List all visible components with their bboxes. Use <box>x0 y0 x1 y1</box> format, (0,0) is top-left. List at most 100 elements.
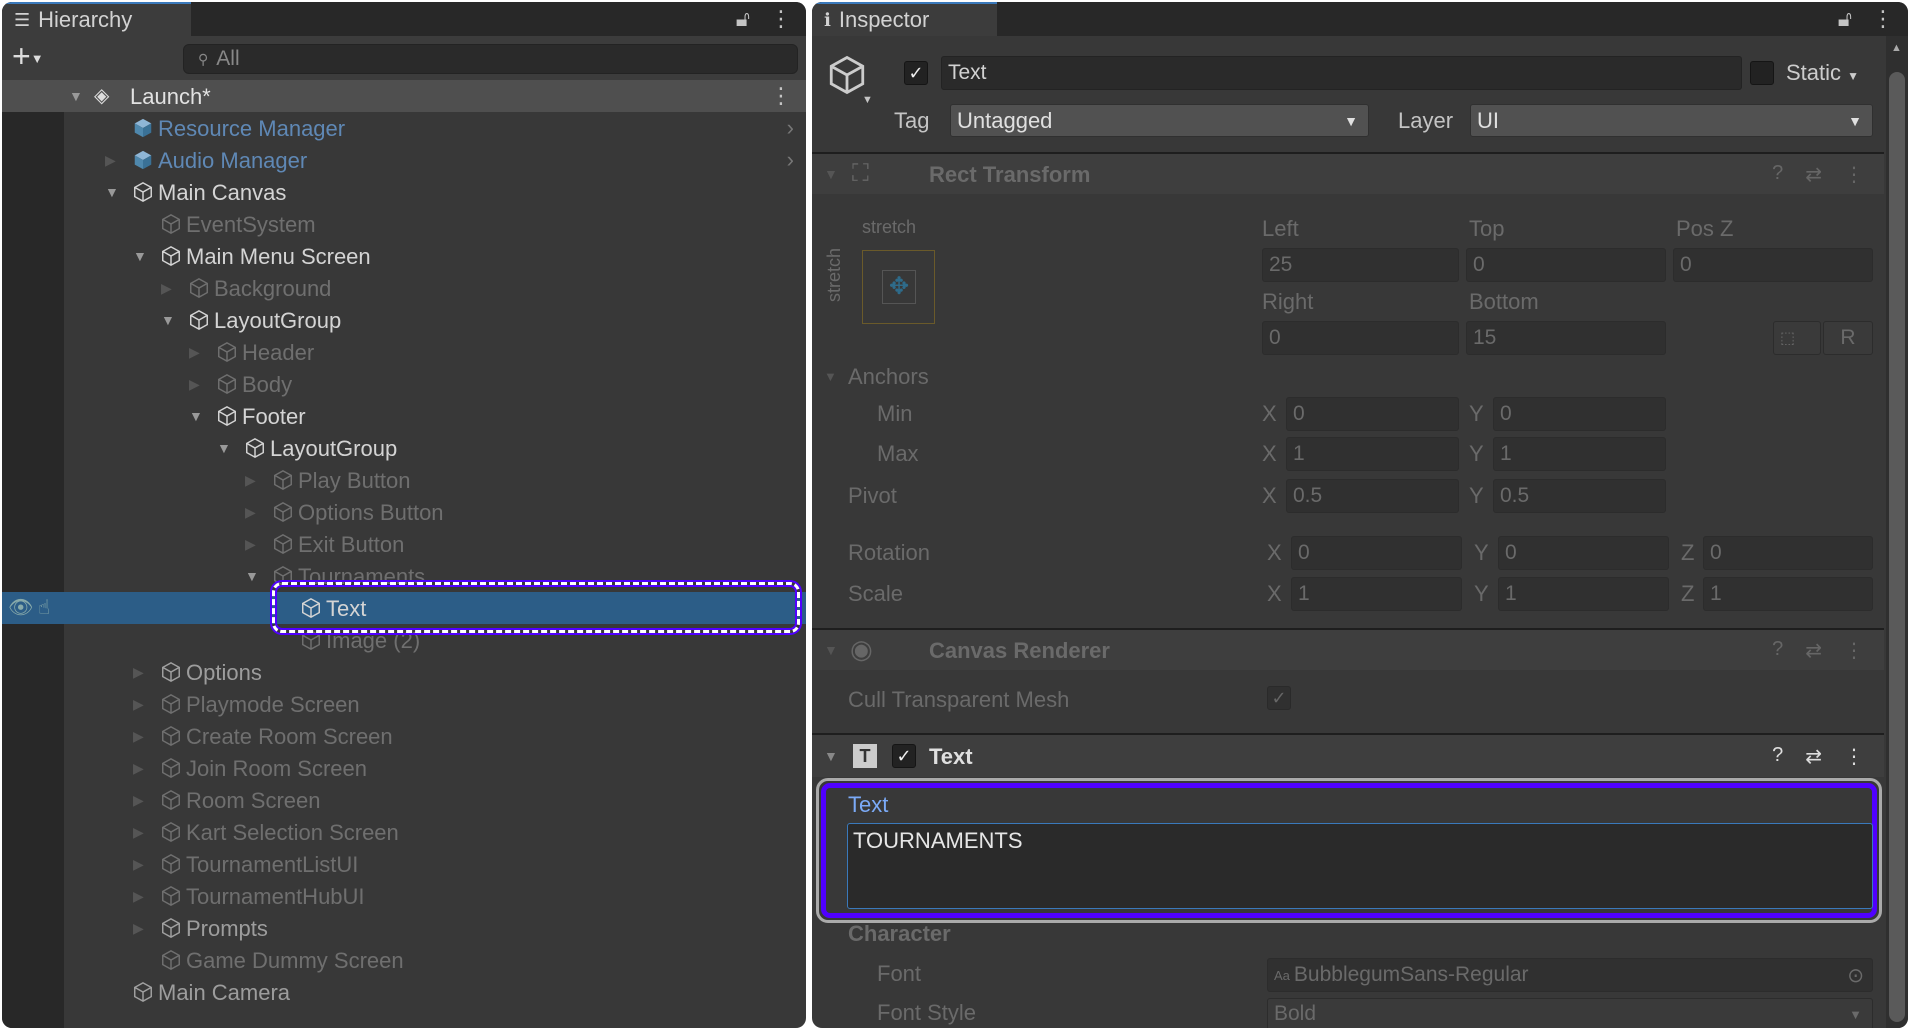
rot-z-field[interactable]: 0 <box>1703 536 1873 570</box>
hierarchy-item[interactable]: ▶ Background <box>2 272 806 304</box>
hierarchy-item[interactable]: ▶ Header <box>2 336 806 368</box>
expand-arrow-icon[interactable]: ▼ <box>69 88 83 104</box>
collapsed-arrow-icon[interactable]: ▶ <box>133 920 144 937</box>
hierarchy-item[interactable]: ▼ LayoutGroup <box>2 304 806 336</box>
presets-icon[interactable]: ⇄ <box>1805 162 1822 187</box>
raw-edit-button[interactable]: R <box>1823 321 1873 355</box>
collapsed-arrow-icon[interactable]: ▶ <box>133 664 144 681</box>
hierarchy-item[interactable]: Game Dummy Screen <box>2 944 806 976</box>
hierarchy-item[interactable]: Resource Manager › <box>2 112 806 144</box>
visibility-eye-icon[interactable]: 👁︎ <box>8 595 33 620</box>
hierarchy-item[interactable]: ▶ Exit Button <box>2 528 806 560</box>
collapsed-arrow-icon[interactable]: ▶ <box>133 824 144 841</box>
static-checkbox[interactable] <box>1750 61 1774 85</box>
hierarchy-item[interactable]: ▶ Play Button <box>2 464 806 496</box>
collapsed-arrow-icon[interactable]: ▶ <box>133 888 144 905</box>
hierarchy-item[interactable]: Main Camera <box>2 976 806 1008</box>
anchor-preset-button[interactable]: ✥ <box>862 250 935 324</box>
collapsed-arrow-icon[interactable]: ▶ <box>189 344 200 361</box>
hierarchy-item[interactable]: ▼ Footer <box>2 400 806 432</box>
font-style-dropdown[interactable]: Bold ▼ <box>1267 998 1873 1028</box>
expanded-arrow-icon[interactable]: ▼ <box>189 408 203 424</box>
blueprint-mode-button[interactable]: ⬚ <box>1773 321 1821 355</box>
icon-dropdown-arrow[interactable]: ▼ <box>862 94 873 106</box>
hierarchy-item[interactable]: ▶ Options <box>2 656 806 688</box>
expanded-arrow-icon[interactable]: ▼ <box>161 312 175 328</box>
text-value-textarea[interactable]: TOURNAMENTS <box>847 823 1873 909</box>
left-field[interactable]: 25 <box>1262 248 1459 282</box>
rot-x-field[interactable]: 0 <box>1291 536 1462 570</box>
scene-row[interactable]: ▼ ◈ Launch* ⋮ <box>2 80 806 112</box>
pivot-y-field[interactable]: 0.5 <box>1493 479 1666 513</box>
hierarchy-item[interactable]: ▼ LayoutGroup <box>2 432 806 464</box>
lock-icon[interactable]: 🔓︎ <box>736 6 750 32</box>
more-icon[interactable]: ⋮ <box>1872 6 1894 32</box>
gameobject-icon[interactable] <box>826 54 868 96</box>
hierarchy-item[interactable]: ▶ TournamentListUI <box>2 848 806 880</box>
text-component-header[interactable]: ▼ T ✓ Text ? ⇄ ⋮ <box>812 735 1884 777</box>
cull-checkbox[interactable]: ✓ <box>1267 686 1291 710</box>
add-button[interactable]: +▼ <box>12 38 44 75</box>
tab-inspector[interactable]: ℹ Inspector <box>812 2 997 36</box>
layer-dropdown[interactable]: UI ▼ <box>1470 104 1873 137</box>
collapsed-arrow-icon[interactable]: ▶ <box>161 280 172 297</box>
hierarchy-item[interactable]: ▶ TournamentHubUI <box>2 880 806 912</box>
hierarchy-item[interactable]: ▶ Playmode Screen <box>2 688 806 720</box>
font-field[interactable]: Aa BubblegumSans-Regular ⊙ <box>1267 958 1873 992</box>
tag-dropdown[interactable]: Untagged ▼ <box>950 104 1369 137</box>
rect-transform-header[interactable]: ▼ ⛶ Rect Transform ? ⇄ ⋮ <box>812 154 1884 194</box>
scale-z-field[interactable]: 1 <box>1703 577 1873 611</box>
max-y-field[interactable]: 1 <box>1493 437 1666 471</box>
collapse-arrow-icon[interactable]: ▼ <box>824 166 838 182</box>
collapse-arrow-icon[interactable]: ▼ <box>824 748 838 764</box>
hierarchy-item[interactable]: ▶ Create Room Screen <box>2 720 806 752</box>
scene-menu-icon[interactable]: ⋮ <box>770 83 792 109</box>
hierarchy-item[interactable]: ▶ Join Room Screen <box>2 752 806 784</box>
help-icon[interactable]: ? <box>1772 638 1783 663</box>
pickable-hand-icon[interactable]: ☝︎ <box>38 595 50 620</box>
expanded-arrow-icon[interactable]: ▼ <box>105 184 119 200</box>
collapsed-arrow-icon[interactable]: ▶ <box>133 792 144 809</box>
collapsed-arrow-icon[interactable]: ▶ <box>105 152 116 169</box>
hierarchy-item[interactable]: ▶ Room Screen <box>2 784 806 816</box>
hierarchy-item[interactable]: ▶ Options Button <box>2 496 806 528</box>
component-menu-icon[interactable]: ⋮ <box>1844 638 1864 663</box>
presets-icon[interactable]: ⇄ <box>1805 744 1822 769</box>
bottom-field[interactable]: 15 <box>1466 321 1666 355</box>
collapsed-arrow-icon[interactable]: ▶ <box>133 856 144 873</box>
chevron-right-icon[interactable]: › <box>787 147 794 173</box>
component-menu-icon[interactable]: ⋮ <box>1844 162 1864 187</box>
active-checkbox[interactable]: ✓ <box>904 61 928 85</box>
object-name-input[interactable]: Text <box>941 56 1742 90</box>
expanded-arrow-icon[interactable]: ▼ <box>133 248 147 264</box>
scroll-up-icon[interactable]: ▲ <box>1891 42 1902 54</box>
right-field[interactable]: 0 <box>1262 321 1459 355</box>
hierarchy-item[interactable]: EventSystem <box>2 208 806 240</box>
hierarchy-item[interactable]: ▶ Body <box>2 368 806 400</box>
presets-icon[interactable]: ⇄ <box>1805 638 1822 663</box>
scrollbar-thumb[interactable] <box>1889 72 1905 1022</box>
scrollbar[interactable]: ▲ <box>1886 36 1908 1028</box>
rot-y-field[interactable]: 0 <box>1498 536 1669 570</box>
posz-field[interactable]: 0 <box>1673 248 1873 282</box>
object-picker-icon[interactable]: ⊙ <box>1847 963 1864 988</box>
collapsed-arrow-icon[interactable]: ▶ <box>133 696 144 713</box>
collapsed-arrow-icon[interactable]: ▶ <box>245 472 256 489</box>
hierarchy-item[interactable]: ▶ Prompts <box>2 912 806 944</box>
scale-x-field[interactable]: 1 <box>1291 577 1462 611</box>
hierarchy-item[interactable]: ▶ Audio Manager › <box>2 144 806 176</box>
more-icon[interactable]: ⋮ <box>770 6 792 32</box>
collapse-arrow-icon[interactable]: ▼ <box>824 642 838 658</box>
help-icon[interactable]: ? <box>1772 744 1783 769</box>
expanded-arrow-icon[interactable]: ▼ <box>245 568 259 584</box>
hierarchy-item[interactable]: ▼ Main Menu Screen <box>2 240 806 272</box>
anchors-arrow-icon[interactable]: ▼ <box>824 369 837 384</box>
collapsed-arrow-icon[interactable]: ▶ <box>133 728 144 745</box>
static-dropdown[interactable]: Static ▼ <box>1786 60 1859 86</box>
hierarchy-item[interactable]: ▼ Main Canvas <box>2 176 806 208</box>
collapsed-arrow-icon[interactable]: ▶ <box>245 536 256 553</box>
scale-y-field[interactable]: 1 <box>1498 577 1669 611</box>
help-icon[interactable]: ? <box>1772 162 1783 187</box>
collapsed-arrow-icon[interactable]: ▶ <box>245 504 256 521</box>
expanded-arrow-icon[interactable]: ▼ <box>217 440 231 456</box>
